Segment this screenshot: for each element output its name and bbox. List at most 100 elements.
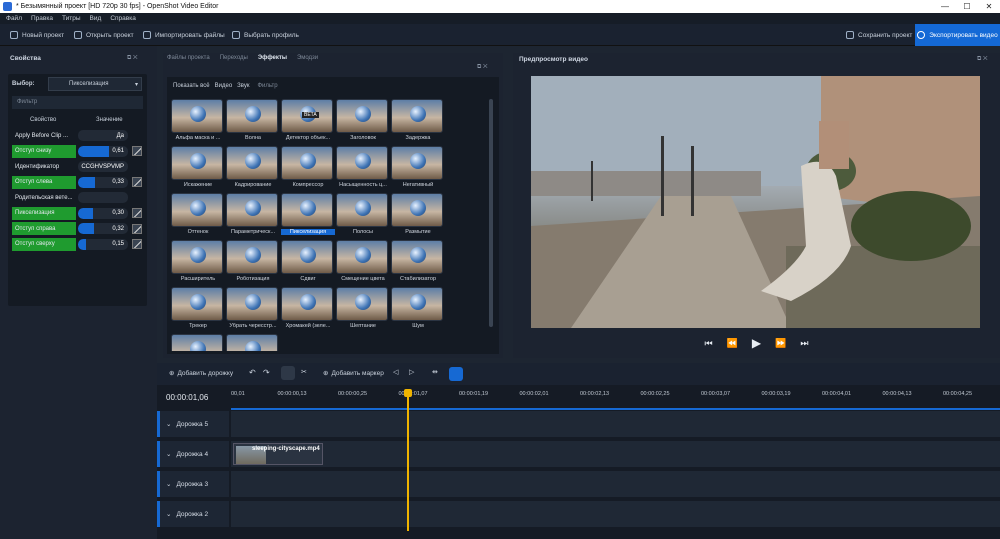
- keyframe-icon[interactable]: [132, 239, 142, 249]
- choose-profile-button[interactable]: Выбрать профиль: [232, 29, 299, 41]
- new-project-button[interactable]: Новый проект: [10, 29, 64, 41]
- filter-show-all[interactable]: Показать всё: [173, 83, 210, 89]
- menu-titles[interactable]: Титры: [62, 15, 81, 22]
- rewind-button[interactable]: ⏪: [727, 338, 738, 349]
- effect-item[interactable]: Убрать чересстр...: [226, 287, 280, 333]
- effect-item[interactable]: [171, 334, 225, 351]
- jump-end-button[interactable]: ⏭: [800, 338, 808, 349]
- track-lane[interactable]: [231, 471, 1000, 497]
- effect-item[interactable]: Смещение цвета: [336, 240, 390, 286]
- track-3[interactable]: ⌄ Дорожка 3: [157, 471, 1000, 497]
- keyframe-icon[interactable]: [132, 223, 142, 234]
- tab-effects[interactable]: Эффекты: [258, 55, 287, 61]
- property-value[interactable]: 0,32: [78, 223, 128, 234]
- track-2[interactable]: ⌄ Дорожка 2: [157, 501, 1000, 527]
- add-track-button[interactable]: ⊕ Добавить дорожку: [169, 369, 233, 378]
- effect-item[interactable]: Альфа маска и ...: [171, 99, 225, 145]
- property-row[interactable]: Отступ снизу 0,61: [12, 144, 143, 158]
- effect-item[interactable]: Стабилизатор: [391, 240, 445, 286]
- effect-item[interactable]: Расширитель: [171, 240, 225, 286]
- minimize-button[interactable]: —: [934, 0, 956, 13]
- menu-file[interactable]: Файл: [6, 15, 22, 22]
- property-row[interactable]: Отступ сверху 0,15: [12, 237, 143, 251]
- effect-item[interactable]: Оттенок: [171, 193, 225, 239]
- filter-video[interactable]: Видео: [215, 83, 233, 89]
- track-lane[interactable]: [231, 501, 1000, 527]
- keyframe-icon[interactable]: [132, 208, 142, 218]
- effect-item[interactable]: Роботизация: [226, 240, 280, 286]
- effect-item[interactable]: Негативный: [391, 146, 445, 192]
- effects-filter-input[interactable]: Фильтр: [257, 83, 277, 89]
- playhead-line[interactable]: [407, 391, 409, 531]
- zoom-slider-handle[interactable]: [449, 367, 463, 381]
- effect-item[interactable]: Пикселизация: [281, 193, 335, 239]
- video-clip[interactable]: sleeping-cityscape.mp4: [233, 443, 323, 465]
- open-project-button[interactable]: Открыть проект: [74, 29, 134, 41]
- property-row[interactable]: Отступ справа 0,32: [12, 222, 143, 235]
- effect-item[interactable]: Размытие: [391, 193, 445, 239]
- panel-float-icon[interactable]: ⧉ ✕: [127, 55, 138, 62]
- jump-start-button[interactable]: ⏮: [705, 338, 713, 349]
- property-row[interactable]: Apply Before Clip ... Да: [12, 129, 143, 142]
- effect-item[interactable]: BETA Детектор объек...: [281, 99, 335, 145]
- effect-item[interactable]: Компрессор: [281, 146, 335, 192]
- effect-item[interactable]: Задержка: [391, 99, 445, 145]
- property-row[interactable]: Родительская вете...: [12, 191, 143, 204]
- property-value[interactable]: CCGHVSPVMP: [78, 161, 128, 172]
- effect-item[interactable]: Сдвиг: [281, 240, 335, 286]
- razor-icon[interactable]: ✂: [301, 368, 307, 376]
- property-row[interactable]: Отступ слева 0,33: [12, 175, 143, 189]
- panel-float-icon[interactable]: ⧉ ✕: [977, 56, 988, 63]
- effect-item[interactable]: Насыщенность ц...: [336, 146, 390, 192]
- maximize-button[interactable]: ☐: [956, 0, 978, 13]
- keyframe-icon[interactable]: [132, 146, 142, 156]
- previous-marker-icon[interactable]: ◁: [393, 368, 398, 376]
- effect-item[interactable]: Хромакей (зеле...: [281, 287, 335, 333]
- effect-item[interactable]: Трекер: [171, 287, 225, 333]
- effect-item[interactable]: Полосы: [336, 193, 390, 239]
- import-files-button[interactable]: Импортировать файлы: [143, 29, 225, 41]
- effect-item[interactable]: Искажение: [171, 146, 225, 192]
- property-value[interactable]: 0,15: [78, 238, 128, 250]
- menu-help[interactable]: Справка: [110, 15, 136, 22]
- center-timeline-icon[interactable]: ⇹: [432, 368, 438, 376]
- close-button[interactable]: ✕: [978, 0, 1000, 13]
- property-row[interactable]: Пикселизация 0,30: [12, 206, 143, 220]
- menu-edit[interactable]: Правка: [31, 15, 53, 22]
- effect-item[interactable]: Шум: [391, 287, 445, 333]
- play-button[interactable]: ▶: [752, 336, 761, 350]
- track-5[interactable]: ⌄ Дорожка 5: [157, 411, 1000, 437]
- redo-icon[interactable]: ↷: [263, 368, 270, 377]
- fast-forward-button[interactable]: ⏩: [775, 338, 786, 349]
- track-4[interactable]: ⌄ Дорожка 4 sleeping-cityscape.mp4: [157, 441, 1000, 467]
- effect-item[interactable]: Кадрирование: [226, 146, 280, 192]
- tab-project-files[interactable]: Файлы проекта: [167, 55, 210, 61]
- effects-scrollbar[interactable]: [489, 99, 493, 327]
- next-marker-icon[interactable]: ▷: [409, 368, 414, 376]
- property-value[interactable]: Да: [78, 130, 128, 141]
- property-value[interactable]: [78, 192, 128, 203]
- menu-view[interactable]: Вид: [90, 15, 102, 22]
- property-value[interactable]: 0,33: [78, 176, 128, 188]
- effect-item[interactable]: Параметрическ...: [226, 193, 280, 239]
- panel-float-icon[interactable]: ⧉ ✕: [477, 64, 488, 71]
- effect-item[interactable]: [226, 334, 280, 351]
- undo-icon[interactable]: ↶: [249, 368, 256, 377]
- add-marker-button[interactable]: ⊕ Добавить маркер: [323, 369, 384, 378]
- effect-item[interactable]: Заголовок: [336, 99, 390, 145]
- snap-toggle[interactable]: [281, 366, 295, 380]
- property-row[interactable]: Идентификатор CCGHVSPVMP: [12, 160, 143, 173]
- track-lane[interactable]: sleeping-cityscape.mp4: [231, 441, 1000, 467]
- track-lane[interactable]: [231, 411, 1000, 437]
- effect-item[interactable]: Шептание: [336, 287, 390, 333]
- effect-item[interactable]: Волна: [226, 99, 280, 145]
- selection-dropdown[interactable]: Пикселизация ▾: [48, 77, 142, 91]
- filter-audio[interactable]: Звук: [237, 83, 249, 89]
- save-project-button[interactable]: Сохранить проект: [846, 29, 912, 41]
- tab-emoji[interactable]: Эмодзи: [297, 55, 318, 61]
- tab-transitions[interactable]: Переходы: [220, 55, 248, 61]
- keyframe-icon[interactable]: [132, 177, 142, 187]
- property-value[interactable]: 0,61: [78, 145, 128, 157]
- export-video-button[interactable]: Экспортировать видео: [915, 24, 1000, 46]
- properties-filter-input[interactable]: Фильтр: [12, 96, 143, 109]
